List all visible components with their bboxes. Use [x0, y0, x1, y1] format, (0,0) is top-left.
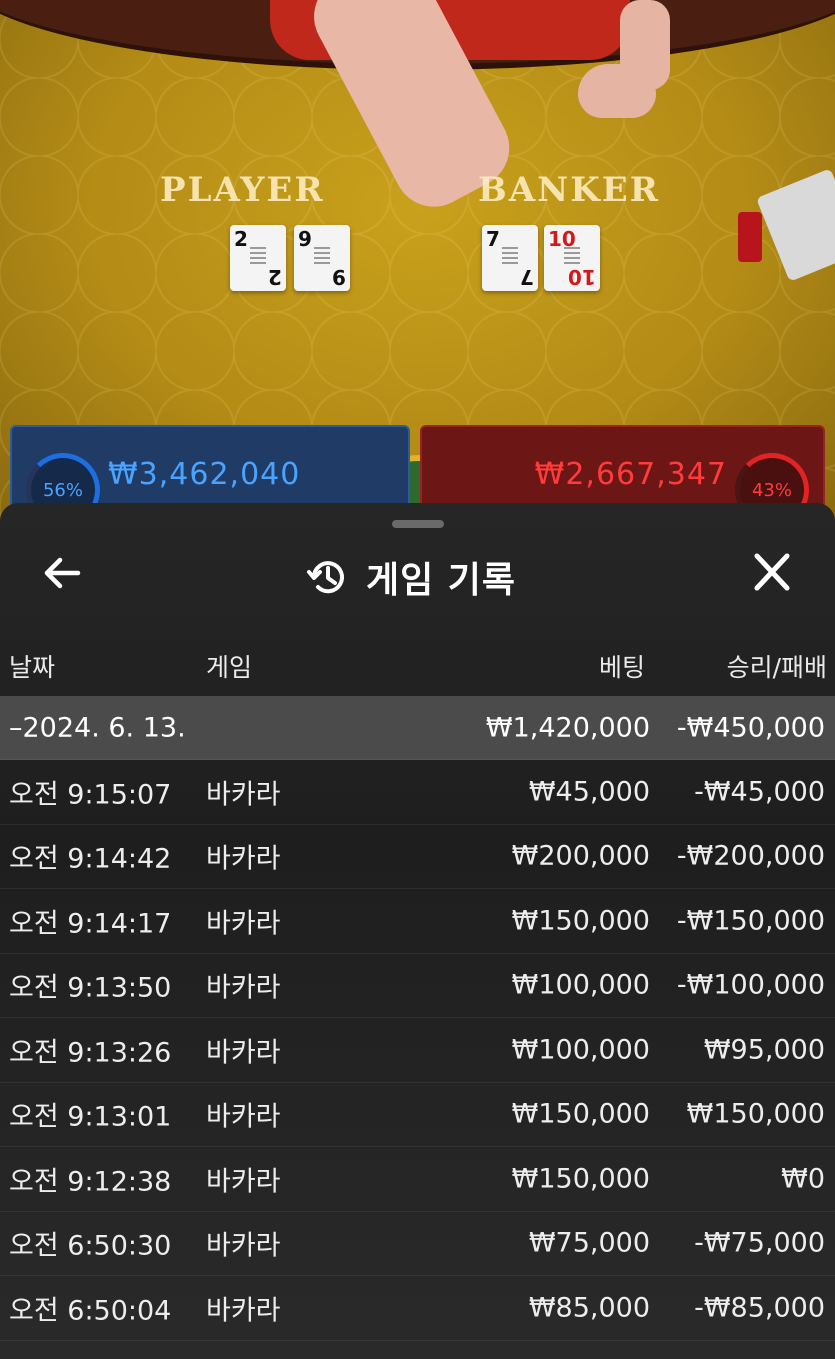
row-game: 바카라 — [206, 843, 281, 875]
sheet-title: 게임 기록 — [366, 560, 517, 601]
row-time: 오전 9:12:38 — [9, 1166, 172, 1198]
row-result: -₩85,000 — [694, 1292, 825, 1324]
row-bet: ₩150,000 — [511, 905, 650, 937]
row-game: 바카라 — [206, 972, 281, 1004]
banker-card: 7 7 — [482, 225, 538, 291]
history-row[interactable]: 오전 9:13:01 바카라 ₩150,000 ₩150,000 — [0, 1083, 835, 1147]
row-bet: ₩100,000 — [511, 1034, 650, 1066]
row-result: -₩200,000 — [676, 840, 825, 872]
row-time: 오전 6:50:04 — [9, 1295, 172, 1327]
close-button[interactable] — [748, 551, 796, 595]
back-button[interactable] — [38, 553, 86, 593]
row-result: -₩75,000 — [694, 1227, 825, 1259]
player-total-bet: ₩3,462,040 — [108, 457, 301, 492]
row-game: 바카라 — [206, 908, 281, 940]
banker-bet-panel[interactable]: 43% ₩2,667,347 — [420, 425, 825, 527]
row-result: -₩150,000 — [676, 905, 825, 937]
row-result: -₩100,000 — [676, 969, 825, 1001]
banker-percent: 43% — [751, 479, 792, 501]
date-group-date: –2024. 6. 13. — [9, 712, 186, 743]
chip-stack — [738, 212, 762, 262]
sheet-header: 게임 기록 — [0, 545, 835, 601]
player-bet-panel[interactable]: 56% ₩3,462,040 — [10, 425, 410, 527]
row-time: 오전 9:15:07 — [9, 779, 172, 811]
history-row[interactable]: 오전 9:14:17 바카라 ₩150,000 -₩150,000 — [0, 889, 835, 954]
row-time: 오전 9:14:17 — [9, 908, 172, 940]
column-header-result: 승리/패배 — [726, 653, 827, 682]
date-group-result-total: -₩450,000 — [676, 712, 825, 743]
row-game: 바카라 — [206, 1295, 281, 1327]
game-history-sheet: 게임 기록 날짜 게임 베팅 승리/패배 –2024. 6. 13. ₩1,42… — [0, 503, 835, 1359]
row-bet: ₩200,000 — [511, 840, 650, 872]
row-game: 바카라 — [206, 1166, 281, 1198]
history-row[interactable]: 오전 9:14:42 바카라 ₩200,000 -₩200,000 — [0, 825, 835, 889]
row-time: 오전 9:13:50 — [9, 972, 172, 1004]
row-game: 바카라 — [206, 1230, 281, 1262]
history-row[interactable]: 오전 9:13:50 바카라 ₩100,000 -₩100,000 — [0, 954, 835, 1018]
row-bet: ₩85,000 — [528, 1292, 650, 1324]
history-row[interactable]: 오전 9:15:07 바카라 ₩45,000 -₩45,000 — [0, 760, 835, 825]
player-percent: 56% — [42, 479, 83, 501]
history-list: –2024. 6. 13. ₩1,420,000 -₩450,000 오전 9:… — [0, 696, 835, 1341]
history-row[interactable]: 오전 6:50:04 바카라 ₩85,000 -₩85,000 — [0, 1276, 835, 1341]
banker-card: 10 10 — [544, 225, 600, 291]
date-group-bet-total: ₩1,420,000 — [485, 712, 650, 743]
column-header-bet: 베팅 — [598, 653, 645, 682]
row-bet: ₩100,000 — [511, 969, 650, 1001]
dealer-hand — [578, 64, 656, 118]
row-bet: ₩150,000 — [511, 1098, 650, 1130]
row-time: 오전 9:13:01 — [9, 1101, 172, 1133]
history-row[interactable]: 오전 6:50:30 바카라 ₩75,000 -₩75,000 — [0, 1212, 835, 1276]
row-time: 오전 9:14:42 — [9, 843, 172, 875]
row-time: 오전 6:50:30 — [9, 1230, 172, 1262]
column-header-game: 게임 — [206, 653, 253, 682]
player-card: 2 2 — [230, 225, 286, 291]
row-bet: ₩150,000 — [511, 1163, 650, 1195]
row-result: ₩0 — [781, 1163, 825, 1195]
history-icon — [307, 561, 344, 594]
row-time: 오전 9:13:26 — [9, 1037, 172, 1069]
column-header-date: 날짜 — [9, 653, 56, 682]
row-result: ₩95,000 — [703, 1034, 825, 1066]
bet-summary-bar: 56% ₩3,462,040 43% ₩2,667,347 — [10, 425, 825, 675]
close-icon — [754, 553, 790, 591]
banker-total-bet: ₩2,667,347 — [534, 457, 727, 492]
row-game: 바카라 — [206, 779, 281, 811]
history-row[interactable]: 오전 9:13:26 바카라 ₩100,000 ₩95,000 — [0, 1018, 835, 1083]
row-result: ₩150,000 — [686, 1098, 825, 1130]
player-card: 9 9 — [294, 225, 350, 291]
row-bet: ₩45,000 — [528, 776, 650, 808]
row-result: -₩45,000 — [694, 776, 825, 808]
row-game: 바카라 — [206, 1037, 281, 1069]
drag-handle[interactable] — [392, 520, 444, 528]
date-group-row[interactable]: –2024. 6. 13. ₩1,420,000 -₩450,000 — [0, 696, 835, 760]
player-zone-label: PLAYER — [160, 170, 325, 210]
history-row[interactable]: 오전 9:12:38 바카라 ₩150,000 ₩0 — [0, 1147, 835, 1212]
sheet-title-group: 게임 기록 — [306, 551, 516, 603]
row-bet: ₩75,000 — [528, 1227, 650, 1259]
arrow-left-icon — [44, 557, 81, 589]
banker-zone-label: BANKER — [478, 170, 660, 210]
row-game: 바카라 — [206, 1101, 281, 1133]
